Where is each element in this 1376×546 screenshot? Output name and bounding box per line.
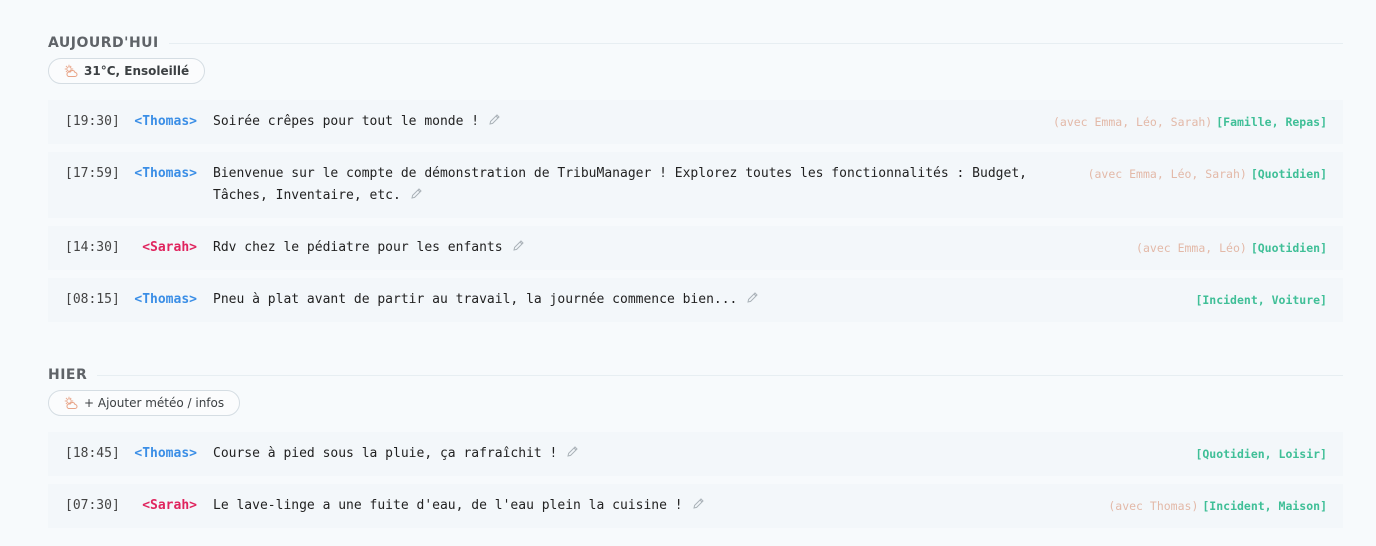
entry-tags: [Incident, Maison]	[1202, 499, 1327, 513]
sun-cloud-icon	[64, 64, 78, 77]
entry-author: <Thomas>	[134, 114, 197, 129]
entry-text-wrap: Course à pied sous la pluie, ça rafraîch…	[213, 443, 1191, 465]
entry-tags: [Quotidien]	[1250, 167, 1327, 181]
journal-entry[interactable]: [07:30] <Sarah> Le lave-linge a une fuit…	[48, 484, 1343, 528]
entry-meta: (avec Emma, Léo, Sarah) [Quotidien]	[1088, 163, 1327, 185]
entry-text: Le lave-linge a une fuite d'eau, de l'ea…	[213, 498, 683, 513]
entry-tags: [Famille, Repas]	[1216, 115, 1327, 129]
entry-meta: (avec Thomas) [Incident, Maison]	[1108, 495, 1327, 517]
pencil-icon[interactable]	[746, 291, 759, 304]
journal-entry[interactable]: [18:45] <Thomas> Course à pied sous la p…	[48, 432, 1343, 476]
entry-participants: (avec Emma, Léo, Sarah)	[1052, 115, 1213, 129]
entry-text-wrap: Bienvenue sur le compte de démonstration…	[213, 163, 1088, 207]
entry-tags: [Quotidien, Loisir]	[1195, 447, 1327, 461]
entry-participants: (avec Emma, Léo)	[1136, 241, 1247, 255]
add-weather-button[interactable]: + Ajouter météo / infos	[48, 390, 241, 416]
entry-meta: [Incident, Voiture]	[1191, 289, 1327, 311]
pencil-icon[interactable]	[488, 113, 501, 126]
pencil-icon[interactable]	[692, 497, 705, 510]
weather-button[interactable]: 31°C, Ensoleillé	[48, 58, 206, 84]
journal-entry[interactable]: [08:15] <Thomas> Pneu à plat avant de pa…	[48, 278, 1343, 322]
entry-time: [08:15]	[65, 292, 120, 307]
journal-entry[interactable]: [17:59] <Thomas> Bienvenue sur le compte…	[48, 152, 1343, 218]
weather-text: 31°C, Ensoleillé	[84, 64, 190, 78]
entry-time: [18:45]	[65, 446, 120, 461]
pencil-icon[interactable]	[410, 187, 423, 200]
journal-entry[interactable]: [19:30] <Thomas> Soirée crêpes pour tout…	[48, 100, 1343, 144]
section-header: HIER	[48, 364, 1343, 386]
entry-time: [07:30]	[65, 498, 120, 513]
entry-text: Course à pied sous la pluie, ça rafraîch…	[213, 446, 558, 461]
entry-text-wrap: Soirée crêpes pour tout le monde !	[213, 111, 1053, 133]
pencil-icon[interactable]	[566, 445, 579, 458]
entry-participants: (avec Emma, Léo, Sarah)	[1087, 167, 1247, 181]
entry-participants: (avec Thomas)	[1108, 499, 1199, 513]
entry-text-wrap: Rdv chez le pédiatre pour les enfants	[213, 237, 1136, 259]
entry-meta: (avec Emma, Léo, Sarah) [Famille, Repas]	[1053, 111, 1327, 133]
entry-text: Rdv chez le pédiatre pour les enfants	[213, 240, 503, 255]
add-weather-label: + Ajouter météo / infos	[84, 396, 225, 410]
entry-author: <Sarah>	[142, 498, 197, 513]
entry-text: Pneu à plat avant de partir au travail, …	[213, 292, 738, 307]
entry-tags: [Incident, Voiture]	[1195, 293, 1327, 307]
section-title: AUJOURD'HUI	[48, 35, 159, 51]
entry-list: [18:45] <Thomas> Course à pied sous la p…	[48, 432, 1343, 528]
entry-time: [19:30]	[65, 114, 120, 129]
entry-tags: [Quotidien]	[1250, 241, 1327, 255]
entry-author: <Thomas>	[134, 166, 197, 181]
section-title: HIER	[48, 367, 88, 383]
entry-author: <Thomas>	[134, 292, 197, 307]
sun-cloud-icon	[64, 396, 78, 409]
entry-text: Soirée crêpes pour tout le monde !	[213, 114, 480, 129]
entry-text: Bienvenue sur le compte de démonstration…	[213, 166, 1027, 203]
entry-list: [19:30] <Thomas> Soirée crêpes pour tout…	[48, 100, 1343, 322]
entry-author: <Sarah>	[142, 240, 197, 255]
entry-meta: (avec Emma, Léo) [Quotidien]	[1136, 237, 1327, 259]
entry-meta: [Quotidien, Loisir]	[1191, 443, 1327, 465]
pencil-icon[interactable]	[512, 239, 525, 252]
section-header: AUJOURD'HUI	[48, 32, 1343, 54]
entry-text-wrap: Le lave-linge a une fuite d'eau, de l'ea…	[213, 495, 1108, 517]
entry-author: <Thomas>	[134, 446, 197, 461]
section-today: AUJOURD'HUI 31°C, Ensoleillé [19:30] <Th…	[48, 32, 1343, 330]
section-yesterday: HIER + Ajouter météo / infos [18:45] <Th…	[48, 364, 1343, 536]
section-divider	[97, 374, 1343, 376]
entry-time: [17:59]	[65, 166, 120, 181]
journal-entry[interactable]: [14:30] <Sarah> Rdv chez le pédiatre pou…	[48, 226, 1343, 270]
entry-time: [14:30]	[65, 240, 120, 255]
entry-text-wrap: Pneu à plat avant de partir au travail, …	[213, 289, 1191, 311]
section-divider	[168, 42, 1343, 44]
